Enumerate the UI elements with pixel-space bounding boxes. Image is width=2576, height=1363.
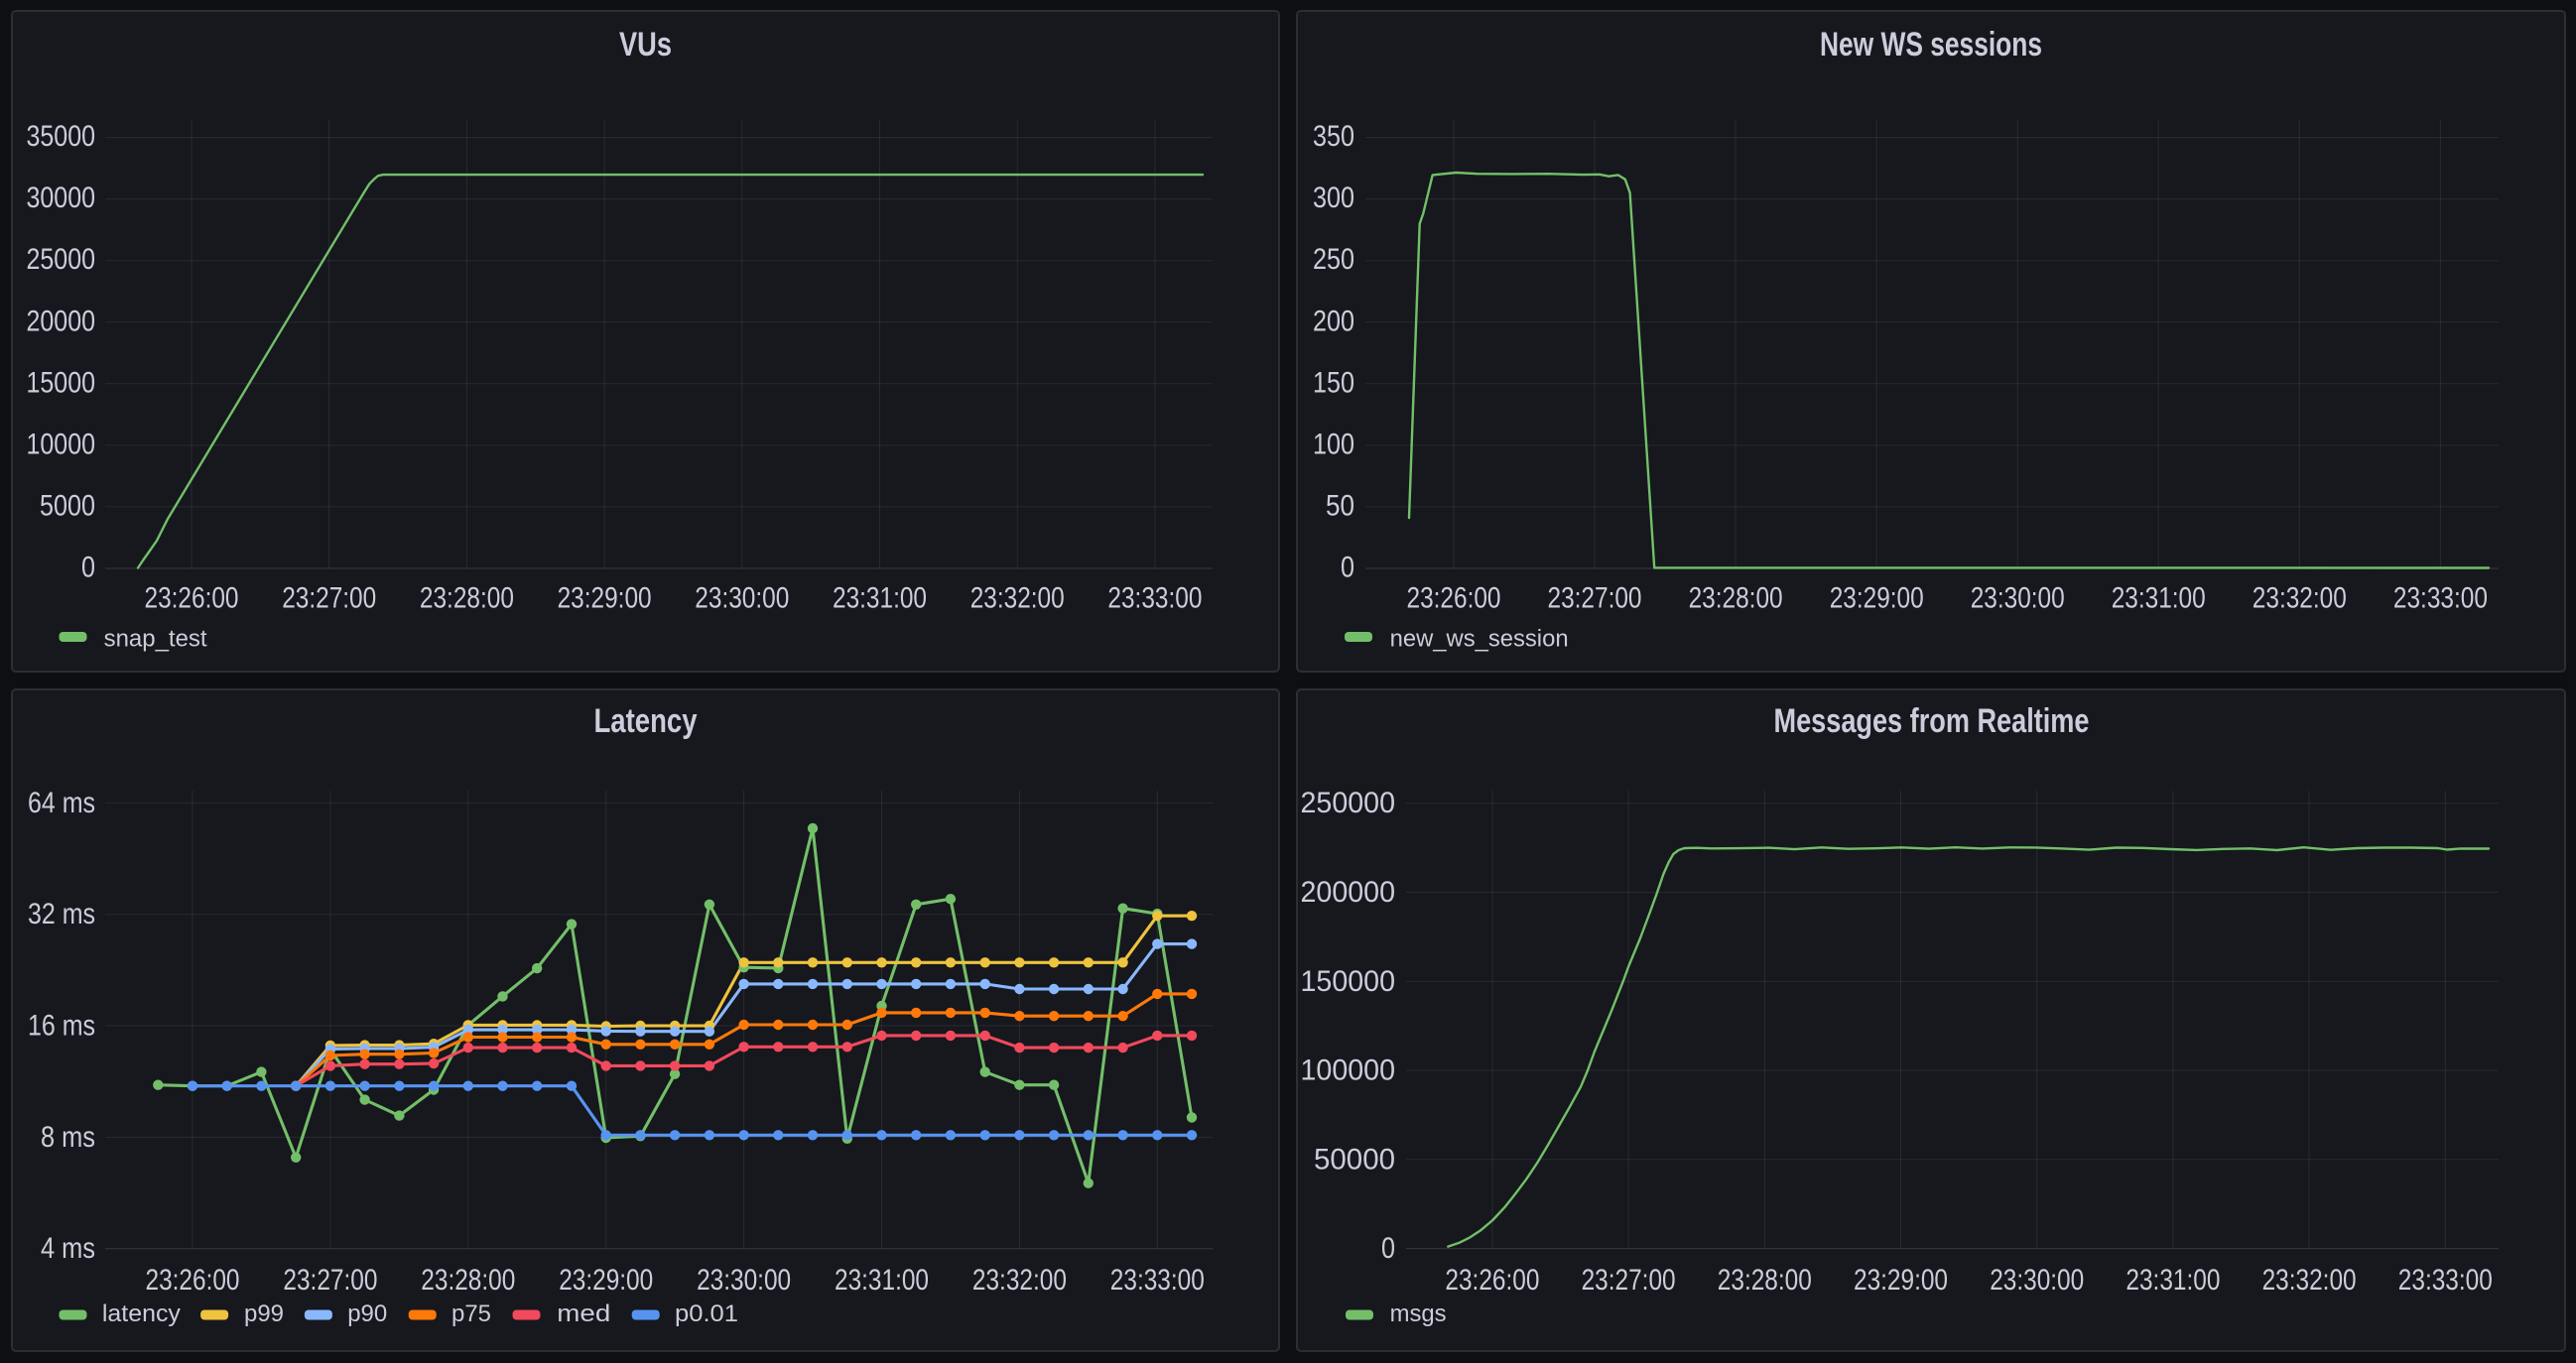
svg-text:0: 0 bbox=[1381, 1232, 1395, 1265]
svg-text:23:27:00: 23:27:00 bbox=[282, 582, 376, 615]
svg-text:100000: 100000 bbox=[1301, 1054, 1396, 1087]
svg-text:New WS sessions: New WS sessions bbox=[1820, 26, 2042, 63]
svg-text:23:32:00: 23:32:00 bbox=[2253, 582, 2347, 615]
svg-text:23:29:00: 23:29:00 bbox=[559, 1264, 653, 1297]
svg-text:23:32:00: 23:32:00 bbox=[970, 582, 1065, 615]
svg-text:23:33:00: 23:33:00 bbox=[2393, 582, 2488, 615]
svg-text:23:31:00: 23:31:00 bbox=[2125, 1264, 2220, 1297]
svg-text:35000: 35000 bbox=[27, 120, 96, 153]
svg-text:250: 250 bbox=[1313, 243, 1354, 276]
svg-text:23:33:00: 23:33:00 bbox=[1107, 582, 1202, 615]
svg-text:150000: 150000 bbox=[1301, 965, 1396, 998]
svg-text:50000: 50000 bbox=[1314, 1143, 1395, 1176]
svg-text:23:28:00: 23:28:00 bbox=[1689, 582, 1783, 615]
svg-text:23:31:00: 23:31:00 bbox=[2112, 582, 2206, 615]
svg-text:Messages from Realtime: Messages from Realtime bbox=[1774, 702, 2090, 740]
svg-text:23:28:00: 23:28:00 bbox=[421, 1264, 515, 1297]
svg-text:23:30:00: 23:30:00 bbox=[1971, 582, 2065, 615]
svg-text:23:29:00: 23:29:00 bbox=[1830, 582, 1924, 615]
svg-text:10000: 10000 bbox=[27, 428, 96, 460]
svg-text:350: 350 bbox=[1313, 120, 1354, 153]
svg-text:32 ms: 32 ms bbox=[28, 898, 95, 930]
svg-text:23:26:00: 23:26:00 bbox=[1445, 1264, 1539, 1297]
svg-text:23:29:00: 23:29:00 bbox=[558, 582, 652, 615]
svg-text:23:28:00: 23:28:00 bbox=[1718, 1264, 1812, 1297]
svg-text:23:30:00: 23:30:00 bbox=[695, 582, 789, 615]
svg-text:23:26:00: 23:26:00 bbox=[145, 582, 239, 615]
svg-text:30000: 30000 bbox=[27, 182, 96, 214]
svg-text:0: 0 bbox=[1341, 552, 1354, 584]
svg-text:23:29:00: 23:29:00 bbox=[1854, 1264, 1948, 1297]
svg-text:64 ms: 64 ms bbox=[28, 787, 95, 819]
svg-text:23:27:00: 23:27:00 bbox=[1548, 582, 1642, 615]
svg-text:100: 100 bbox=[1313, 428, 1354, 460]
svg-text:23:31:00: 23:31:00 bbox=[833, 582, 927, 615]
svg-text:200000: 200000 bbox=[1301, 876, 1396, 909]
svg-text:23:32:00: 23:32:00 bbox=[972, 1264, 1067, 1297]
svg-text:23:30:00: 23:30:00 bbox=[1990, 1264, 2084, 1297]
svg-text:150: 150 bbox=[1313, 366, 1354, 399]
svg-text:VUs: VUs bbox=[619, 26, 672, 63]
svg-text:Latency: Latency bbox=[594, 702, 698, 740]
svg-text:p0.01: p0.01 bbox=[675, 1301, 738, 1327]
svg-text:15000: 15000 bbox=[27, 366, 96, 399]
svg-text:20000: 20000 bbox=[27, 305, 96, 337]
svg-text:300: 300 bbox=[1313, 182, 1354, 214]
svg-text:p90: p90 bbox=[347, 1301, 387, 1327]
svg-text:16 ms: 16 ms bbox=[28, 1010, 95, 1043]
svg-text:msgs: msgs bbox=[1390, 1301, 1447, 1327]
svg-text:23:31:00: 23:31:00 bbox=[835, 1264, 929, 1297]
svg-text:200: 200 bbox=[1313, 305, 1354, 337]
svg-text:med: med bbox=[557, 1301, 610, 1327]
svg-text:23:27:00: 23:27:00 bbox=[283, 1264, 377, 1297]
svg-text:4 ms: 4 ms bbox=[41, 1232, 95, 1265]
svg-text:23:28:00: 23:28:00 bbox=[420, 582, 514, 615]
svg-text:23:33:00: 23:33:00 bbox=[1110, 1264, 1205, 1297]
svg-text:p99: p99 bbox=[244, 1301, 284, 1327]
svg-text:23:26:00: 23:26:00 bbox=[1407, 582, 1501, 615]
svg-text:snap_test: snap_test bbox=[104, 626, 207, 653]
svg-text:50: 50 bbox=[1326, 489, 1354, 522]
svg-text:8 ms: 8 ms bbox=[41, 1121, 95, 1154]
svg-text:p75: p75 bbox=[451, 1301, 491, 1327]
svg-text:23:33:00: 23:33:00 bbox=[2398, 1264, 2493, 1297]
svg-text:25000: 25000 bbox=[27, 243, 96, 276]
svg-text:23:32:00: 23:32:00 bbox=[2262, 1264, 2357, 1297]
svg-text:0: 0 bbox=[81, 552, 95, 584]
svg-text:new_ws_session: new_ws_session bbox=[1390, 626, 1569, 653]
svg-text:23:26:00: 23:26:00 bbox=[146, 1264, 240, 1297]
svg-text:latency: latency bbox=[102, 1301, 181, 1327]
svg-text:23:30:00: 23:30:00 bbox=[697, 1264, 791, 1297]
svg-text:250000: 250000 bbox=[1301, 787, 1396, 819]
svg-text:5000: 5000 bbox=[40, 489, 95, 522]
svg-text:23:27:00: 23:27:00 bbox=[1582, 1264, 1676, 1297]
